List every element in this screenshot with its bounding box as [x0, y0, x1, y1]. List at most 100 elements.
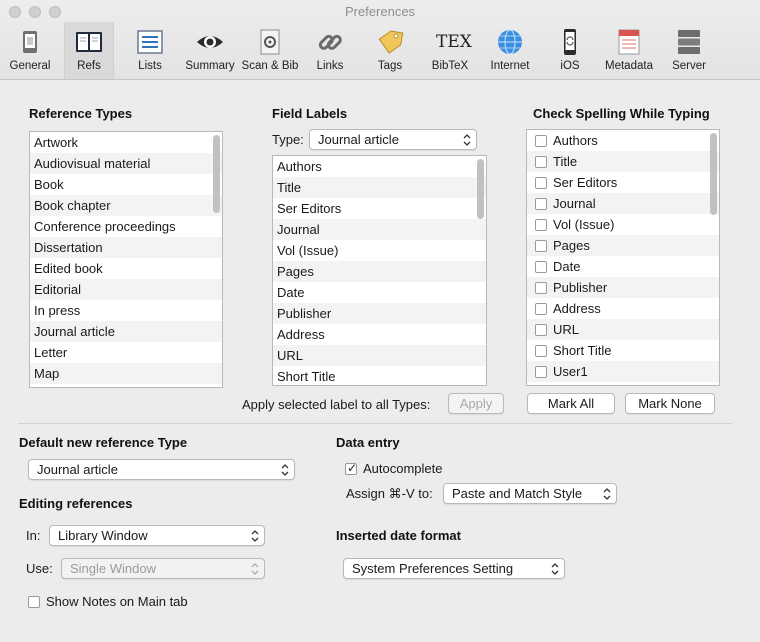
tab-label: Scan & Bib — [241, 60, 299, 72]
list-item[interactable]: Title — [527, 151, 719, 172]
list-item[interactable]: In press — [30, 300, 222, 321]
type-label: Type: — [272, 132, 304, 147]
tab-general[interactable]: General — [5, 24, 55, 76]
tab-label: BibTeX — [431, 60, 469, 72]
field-labels-title: Field Labels — [272, 106, 348, 121]
list-item[interactable]: Address — [527, 298, 719, 319]
spelling-scrollbar[interactable] — [710, 133, 717, 215]
list-item[interactable]: User1 — [527, 361, 719, 382]
list-item-label: Pages — [277, 264, 314, 279]
mark-all-button[interactable]: Mark All — [527, 393, 615, 414]
spelling-checkbox[interactable] — [535, 240, 547, 252]
tab-metadata[interactable]: Metadata — [600, 24, 658, 76]
default-type-popup[interactable]: Journal article — [28, 459, 295, 480]
list-item[interactable]: Letter — [30, 342, 222, 363]
list-item[interactable]: URL — [527, 319, 719, 340]
list-item[interactable]: Vol (Issue) — [527, 214, 719, 235]
list-item[interactable]: Journal — [527, 193, 719, 214]
list-item[interactable]: Short Title — [527, 340, 719, 361]
list-item[interactable]: Publisher — [273, 303, 486, 324]
list-item[interactable]: Pages — [273, 261, 486, 282]
type-popup[interactable]: Journal article — [309, 129, 477, 150]
apply-button[interactable]: Apply — [448, 393, 504, 414]
list-item[interactable]: Publisher — [527, 277, 719, 298]
in-popup[interactable]: Library Window — [49, 525, 265, 546]
tab-links[interactable]: Links — [305, 24, 355, 76]
list-item[interactable]: Audiovisual material — [30, 153, 222, 174]
reference-types-list[interactable]: Artwork Audiovisual material Book Book chap… — [29, 131, 223, 388]
mark-none-button[interactable]: Mark None — [625, 393, 715, 414]
list-item[interactable]: Vol (Issue) — [273, 240, 486, 261]
list-item[interactable]: URL — [273, 345, 486, 366]
field-labels-list[interactable]: Authors Title Ser Editors Journal Vol (Issue… — [272, 155, 487, 386]
spelling-list[interactable]: Authors Title Ser Editors Journal Vol (Issue… — [526, 129, 720, 386]
list-item[interactable]: Ser Editors — [273, 198, 486, 219]
assign-popup-value: Paste and Match Style — [452, 486, 583, 501]
field-labels-scrollbar[interactable] — [477, 159, 484, 219]
use-popup[interactable]: Single Window — [61, 558, 265, 579]
list-item-label: Audiovisual material — [34, 156, 151, 171]
spelling-checkbox[interactable] — [535, 324, 547, 336]
spelling-checkbox[interactable] — [535, 345, 547, 357]
list-item[interactable]: Dissertation — [30, 237, 222, 258]
list-item[interactable]: Book chapter — [30, 195, 222, 216]
tab-internet[interactable]: Internet — [485, 24, 535, 76]
tab-label: Refs — [77, 60, 101, 72]
list-item-label: Short Title — [553, 343, 612, 358]
list-item-label: Book — [34, 177, 64, 192]
editing-title: Editing references — [19, 496, 133, 511]
tab-scan-bib[interactable]: Scan & Bib — [239, 24, 301, 76]
show-notes-checkbox[interactable]: Show Notes on Main tab — [28, 594, 188, 609]
assign-popup[interactable]: Paste and Match Style — [443, 483, 617, 504]
list-item[interactable]: Journal article — [30, 321, 222, 342]
list-item[interactable]: Title — [273, 177, 486, 198]
list-item[interactable]: Map — [30, 363, 222, 384]
list-item[interactable]: Date — [527, 256, 719, 277]
tab-server[interactable]: Server — [664, 24, 714, 76]
spelling-checkbox[interactable] — [535, 303, 547, 315]
list-item[interactable]: Ser Editors — [527, 172, 719, 193]
spelling-checkbox[interactable] — [535, 135, 547, 147]
list-item-label: Publisher — [553, 280, 608, 295]
list-item[interactable]: Conference proceedings — [30, 216, 222, 237]
spelling-checkbox[interactable] — [535, 177, 547, 189]
tab-label: Summary — [185, 60, 235, 72]
tab-refs[interactable]: Refs — [64, 22, 114, 79]
autocomplete-checkbox[interactable]: Autocomplete — [345, 461, 443, 476]
list-item[interactable]: Date — [273, 282, 486, 303]
list-item-label: Ser Editors — [553, 175, 618, 190]
tab-summary[interactable]: Summary — [182, 24, 238, 76]
tab-ios[interactable]: iOS — [545, 24, 595, 76]
tab-lists[interactable]: Lists — [125, 24, 175, 76]
list-item[interactable]: Short Title — [273, 366, 486, 385]
list-item[interactable]: Edited book — [30, 258, 222, 279]
use-popup-value: Single Window — [70, 561, 156, 576]
list-item[interactable]: Authors — [527, 130, 719, 151]
spelling-checkbox[interactable] — [535, 366, 547, 378]
tab-bibtex[interactable]: TEX BibTeX — [425, 24, 475, 76]
spelling-checkbox[interactable] — [535, 282, 547, 294]
tex-icon: TEX — [436, 32, 472, 52]
spelling-checkbox[interactable] — [535, 261, 547, 273]
tab-tags[interactable]: Tags — [365, 24, 415, 76]
list-item[interactable]: Authors — [273, 156, 486, 177]
spelling-checkbox[interactable] — [535, 198, 547, 210]
list-item-label: Conference proceedings — [34, 219, 176, 234]
reference-types-title: Reference Types — [29, 106, 133, 121]
list-item[interactable]: Artwork — [30, 132, 222, 153]
spelling-checkbox[interactable] — [535, 219, 547, 231]
autocomplete-label: Autocomplete — [363, 461, 443, 476]
reference-types-scrollbar[interactable] — [213, 135, 220, 213]
list-item[interactable]: Journal — [273, 219, 486, 240]
list-item[interactable]: Book — [30, 174, 222, 195]
autocomplete-checkbox-box[interactable] — [345, 461, 357, 475]
tab-label: Server — [672, 60, 706, 72]
list-item[interactable]: Editorial — [30, 279, 222, 300]
show-notes-checkbox-box[interactable] — [28, 596, 40, 608]
date-format-popup[interactable]: System Preferences Setting — [343, 558, 565, 579]
link-icon — [318, 34, 342, 50]
list-item[interactable]: Pages — [527, 235, 719, 256]
in-label: In: — [26, 528, 41, 543]
list-item[interactable]: Address — [273, 324, 486, 345]
spelling-checkbox[interactable] — [535, 156, 547, 168]
